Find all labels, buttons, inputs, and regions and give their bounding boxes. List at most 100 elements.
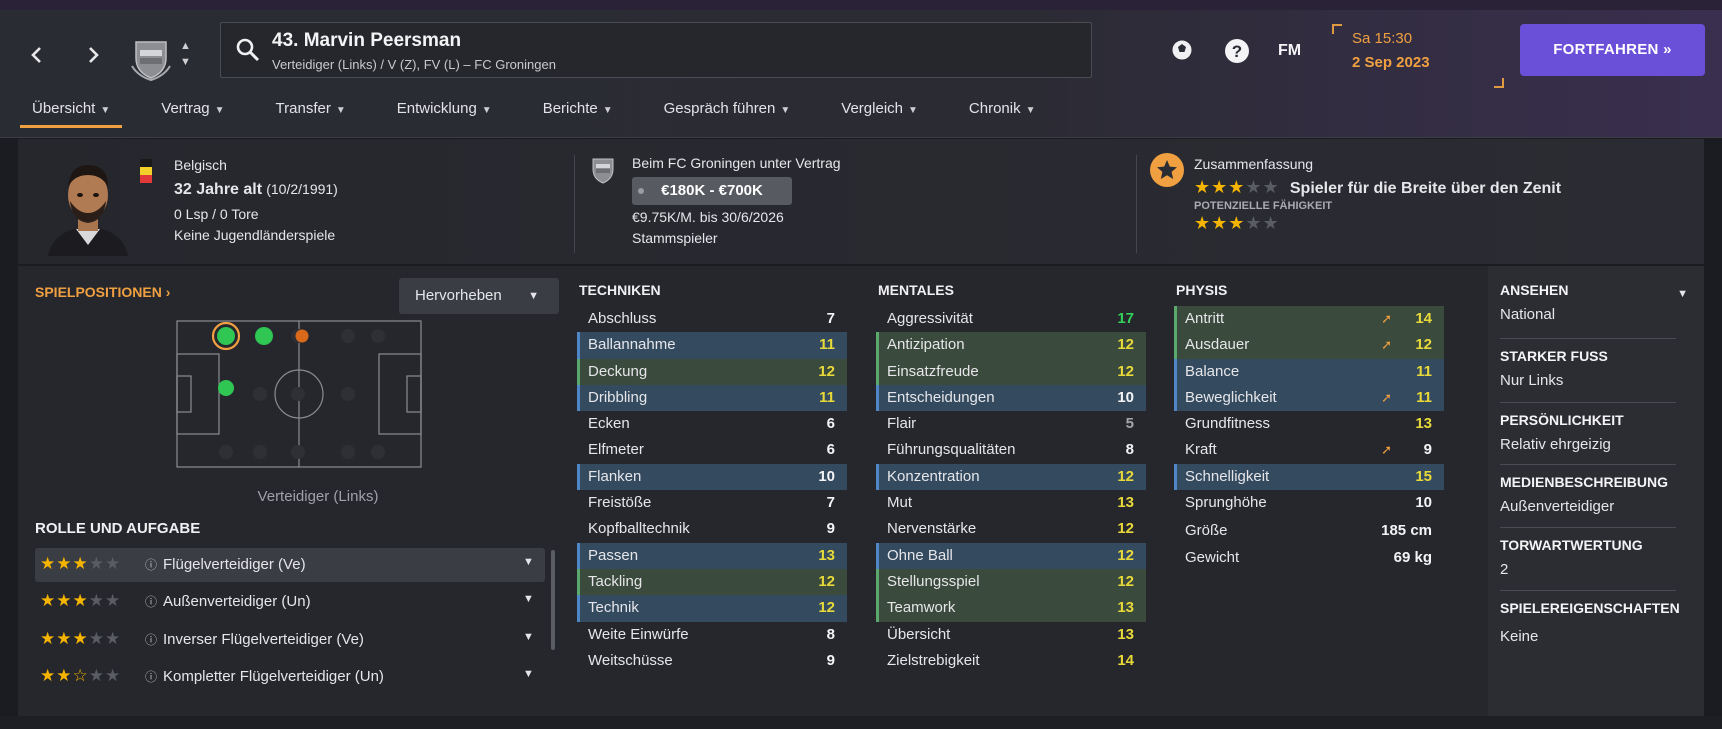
attribute-row: Teamwork 13	[876, 595, 1146, 622]
info-icon[interactable]: ⓘ	[145, 556, 157, 573]
tab-history[interactable]: Chronik ▼	[957, 98, 1048, 128]
attribute-row: Ausdauer ➚ 12	[1174, 332, 1444, 359]
back-button[interactable]	[22, 40, 52, 70]
attribute-row: Freistöße 7	[588, 494, 835, 512]
tab-reports[interactable]: Berichte ▼	[531, 98, 625, 128]
player-traits-item: SPIELEREIGENSCHAFTEN Keine	[1500, 600, 1680, 645]
corner-mark	[1494, 78, 1504, 88]
physical-title: PHYSIS	[1176, 282, 1228, 298]
chevron-down-icon: ▼	[100, 105, 111, 116]
wage-info: €9.75K/M. bis 30/6/2026	[632, 209, 784, 225]
attribute-row: Tackling 12	[577, 568, 847, 596]
mental-title: MENTALES	[878, 282, 954, 298]
attribute-row: Übersicht 13	[887, 625, 1134, 643]
tab-overview[interactable]: Übersicht ▼	[20, 98, 123, 128]
window-top-strip	[0, 0, 1722, 10]
chevron-down-icon[interactable]: ▼	[523, 593, 534, 605]
potential-label: POTENZIELLE FÄHIGKEIT	[1194, 200, 1333, 212]
reputation-item[interactable]: ANSEHEN National ▼	[1500, 282, 1690, 323]
tab-interaction[interactable]: Gespräch führen ▼	[652, 98, 803, 128]
belgium-flag-icon	[140, 159, 152, 183]
attribute-row: Antritt ➚ 14	[1174, 306, 1444, 333]
position-dot-natural	[255, 327, 273, 345]
attribute-row: Passen 13	[577, 542, 847, 569]
info-icon[interactable]: ⓘ	[145, 631, 157, 648]
player-search-box[interactable]: 43. Marvin Peersman Verteidiger (Links) …	[220, 22, 1092, 78]
role-name: Inverser Flügelverteidiger (Ve)	[163, 631, 364, 648]
role-row[interactable]: ★★★★★ ⓘ Außenverteidiger (Un) ▼	[35, 585, 545, 619]
weight-row: Gewicht 69 kg	[1185, 548, 1432, 566]
chevron-up-icon[interactable]: ▲	[180, 38, 191, 54]
help-icon[interactable]: ?	[1224, 38, 1250, 68]
physical-attributes: PHYSIS Antritt ➚ 14 Ausdauer ➚ 12 Balance 11 …	[1174, 282, 1444, 571]
tab-development[interactable]: Entwicklung ▼	[385, 98, 504, 128]
trend-up-icon: ➚	[1381, 311, 1392, 326]
highlight-dropdown[interactable]: Hervorheben ▼	[399, 278, 559, 314]
chevron-down-icon[interactable]: ▼	[523, 631, 534, 643]
trend-up-icon: ➚	[1381, 442, 1392, 458]
chevron-down-icon[interactable]: ▼	[523, 668, 534, 680]
position-dot-unconvincing	[295, 329, 309, 343]
tab-contract[interactable]: Vertrag ▼	[149, 98, 236, 128]
potential-ability-stars: ★★★★★	[1194, 213, 1280, 233]
attribute-row: Antizipation 12	[876, 332, 1146, 359]
role-row[interactable]: ★★★★★ ⓘ Flügelverteidiger (Ve) ▼	[35, 548, 545, 582]
role-row[interactable]: ★★☆★★ ⓘ Kompletter Flügelverteidiger (Un…	[35, 660, 545, 694]
attribute-row: Nervenstärke 12	[887, 520, 1134, 538]
fm-logo[interactable]: FM	[1278, 42, 1301, 60]
forward-button[interactable]	[78, 40, 108, 70]
continue-button[interactable]: FORTFAHREN »	[1520, 24, 1705, 76]
role-row[interactable]: ★★★★★ ⓘ Inverser Flügelverteidiger (Ve) …	[35, 623, 545, 657]
attribute-row: Mut 13	[887, 494, 1134, 512]
tab-transfer[interactable]: Transfer ▼	[264, 98, 358, 128]
soccer-ball-icon[interactable]	[1170, 38, 1194, 66]
role-stars: ★★★★★	[40, 591, 122, 610]
player-subtitle: Verteidiger (Links) / V (Z), FV (L) – FC…	[272, 57, 556, 72]
attribute-row: Kopfballtechnik 9	[588, 520, 835, 538]
attribute-row: Elfmeter 6	[588, 441, 835, 459]
attribute-row: Führungsqualitäten 8	[887, 441, 1134, 459]
attr-list: Abschluss 7 Ballannahme 11 Deckung 12 Dribb…	[577, 306, 847, 674]
role-stars: ★★★★★	[40, 629, 122, 648]
roles-scrollbar[interactable]	[551, 550, 555, 650]
attribute-row: Kraft ➚ 9	[1174, 437, 1444, 463]
attribute-row: Aggressivität 17	[887, 310, 1134, 327]
header-bar: ▲ ▼ 43. Marvin Peersman Verteidiger (Lin…	[0, 10, 1722, 138]
contract-club: Beim FC Groningen unter Vertrag	[632, 155, 841, 171]
player-updown-switch[interactable]: ▲ ▼	[180, 38, 191, 70]
attribute-row: Zielstrebigkeit 14	[887, 651, 1134, 669]
chevron-down-icon[interactable]: ▼	[180, 54, 191, 70]
goalkeeper-rating-item: TORWARTWERTUNG 2	[1500, 537, 1643, 578]
squad-status: Stammspieler	[632, 230, 718, 246]
position-dot-natural	[218, 380, 234, 396]
chevron-down-icon: ▼	[908, 105, 918, 116]
role-stars: ★★★★★	[40, 554, 122, 573]
info-icon[interactable]: ⓘ	[145, 593, 157, 610]
attribute-row: Ballannahme 11	[577, 332, 847, 359]
sub-navigation: Übersicht ▼ Vertrag ▼ Transfer ▼ Entwicklun…	[20, 98, 1075, 128]
birthdate: (10/2/1991)	[266, 181, 338, 197]
attr-list: Aggressivität 17 Antizipation 12 Einsatzfr…	[876, 306, 1146, 674]
divider	[574, 155, 575, 253]
corner-mark	[1332, 24, 1342, 34]
value-range-badge: €180K - €700K	[632, 177, 792, 205]
divider	[1500, 527, 1676, 528]
attribute-row: Dribbling 11	[577, 384, 847, 412]
attribute-row: Weite Einwürfe 8	[588, 625, 835, 643]
chevron-down-icon: ▼	[602, 105, 613, 116]
chevron-down-icon[interactable]: ▼	[523, 556, 534, 568]
chevron-down-icon[interactable]: ▼	[1677, 288, 1688, 300]
search-icon[interactable]	[235, 37, 261, 63]
player-summary-strip: Belgisch 32 Jahre alt (10/2/1991) 0 Lsp …	[18, 139, 1704, 264]
club-crest-icon[interactable]	[128, 36, 174, 82]
positions-title[interactable]: SPIELPOSITIONEN ›	[35, 284, 170, 300]
attr-list: Antritt ➚ 14 Ausdauer ➚ 12 Balance 11 Bewegli…	[1174, 306, 1444, 571]
role-name: Kompletter Flügelverteidiger (Un)	[163, 668, 384, 685]
attribute-row: Sprunghöhe 10	[1185, 494, 1432, 512]
info-icon[interactable]: ⓘ	[145, 668, 157, 685]
tab-compare[interactable]: Vergleich ▼	[829, 98, 930, 128]
role-name: Außenverteidiger (Un)	[163, 593, 311, 610]
attribute-row: Technik 12	[577, 595, 847, 622]
position-dot-natural	[217, 327, 235, 345]
roles-title: ROLLE UND AUFGABE	[35, 520, 201, 537]
